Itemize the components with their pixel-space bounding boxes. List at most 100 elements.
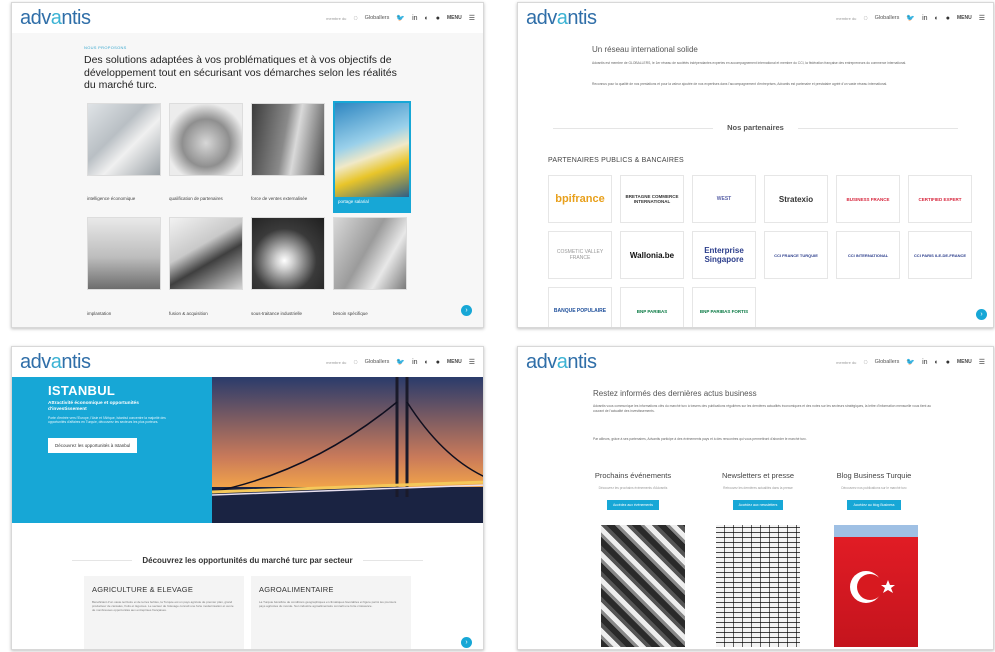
tile-sous-traitance[interactable] [251, 217, 325, 290]
flag-icon[interactable]: ● [436, 359, 440, 366]
chat-button[interactable]: › [976, 309, 987, 320]
logo[interactable]: advantis [20, 7, 91, 30]
linkedin-icon[interactable]: in [922, 15, 927, 22]
globallers-link[interactable]: Globallers [365, 359, 390, 365]
partner-name: BRETAGNE COMMERCE INTERNATIONAL [625, 194, 679, 204]
menu-button[interactable]: MENU [447, 15, 462, 21]
blog-button[interactable]: Accédez au blog Business [847, 500, 901, 510]
top-nav: membre du ◌ Globallers 🐦 in ◐ ● MENU ☰ [326, 14, 475, 23]
menu-button[interactable]: MENU [957, 15, 972, 21]
twitter-icon[interactable]: 🐦 [396, 14, 405, 22]
sector-title: AGRICULTURE & ELEVAGE [92, 585, 194, 594]
language-icon[interactable]: ◐ [425, 359, 429, 366]
chat-button[interactable]: › [461, 305, 472, 316]
header: advantis membre du ◌ Globallers 🐦 in ◐ ●… [12, 347, 483, 377]
events-column: Prochains événements Découvrez les proch… [583, 471, 683, 511]
language-icon[interactable]: ◐ [425, 15, 429, 22]
menu-button[interactable]: MENU [447, 359, 462, 365]
flag-icon[interactable]: ● [946, 359, 950, 366]
partner-name: CCI PARIS ILE-DE-FRANCE [913, 252, 967, 258]
logo-accent: a [556, 6, 568, 29]
logo[interactable]: advantis [526, 7, 597, 30]
partner-logo[interactable]: bpifrance [548, 175, 612, 223]
partner-logo[interactable]: CCI INTERNATIONAL [836, 231, 900, 279]
twitter-icon[interactable]: 🐦 [396, 358, 405, 366]
sector-card[interactable]: AGRICULTURE & ELEVAGE Bénéficiant d'un v… [84, 576, 244, 649]
newsletter-column: Newsletters et presse Retrouvez les dern… [708, 471, 808, 511]
partner-logo[interactable]: BNP PARIBAS FORTIS [692, 287, 756, 327]
partner-logo[interactable]: BRETAGNE COMMERCE INTERNATIONAL [620, 175, 684, 223]
partner-logo[interactable]: CERTIFIED EXPERT [908, 175, 972, 223]
construction-image [335, 103, 409, 197]
partner-name: CCI FRANCE TURQUIE [774, 252, 818, 258]
column-title: Newsletters et presse [721, 471, 795, 480]
tile-label: force de ventes externalisée [251, 196, 308, 201]
partner-logo[interactable]: WEST [692, 175, 756, 223]
partner-logo[interactable]: COSMETIC VALLEY FRANCE [548, 231, 612, 279]
twitter-icon[interactable]: 🐦 [906, 358, 915, 366]
hamburger-icon[interactable]: ☰ [469, 358, 475, 366]
globallers-icon[interactable]: ◌ [863, 359, 867, 366]
partner-logo[interactable]: CCI PARIS ILE-DE-FRANCE [908, 231, 972, 279]
language-icon[interactable]: ◐ [935, 15, 939, 22]
linkedin-icon[interactable]: in [412, 15, 417, 22]
newspaper-photo[interactable] [716, 525, 800, 647]
globallers-icon[interactable]: ◌ [863, 15, 867, 22]
globallers-link[interactable]: Globallers [365, 15, 390, 21]
tile-portage-active[interactable]: portage salarial [333, 101, 411, 213]
hamburger-icon[interactable]: ☰ [469, 14, 475, 22]
globallers-link[interactable]: Globallers [875, 15, 900, 21]
partner-logo[interactable]: CCI FRANCE TURQUIE [764, 231, 828, 279]
events-button[interactable]: Accédez aux événements [606, 500, 660, 510]
hero-text: Porte d'entrée vers l'Europe, l'Asie et … [48, 416, 166, 425]
logo-accent: a [50, 6, 62, 29]
twitter-icon[interactable]: 🐦 [906, 14, 915, 22]
flag-icon[interactable]: ● [946, 15, 950, 22]
hamburger-icon[interactable]: ☰ [979, 358, 985, 366]
member-label: membre du [326, 359, 347, 365]
logo-text: adv [526, 6, 557, 29]
documents-image [170, 218, 242, 289]
sector-card[interactable]: AGROALIMENTAIRE La Turquie bénéficie de … [251, 576, 411, 649]
newsletter-button[interactable]: Accédez aux newsletters [732, 500, 784, 510]
discover-istanbul-button[interactable]: Découvrez les opportunités à Istanbul [48, 437, 138, 453]
top-nav: membre du ◌ Globallers 🐦 in ◐ ● MENU ☰ [836, 14, 985, 23]
logo[interactable]: advantis [20, 351, 91, 374]
menu-button[interactable]: MENU [957, 359, 972, 365]
partner-logo[interactable]: BANQUE POPULAIRE [548, 287, 612, 327]
chat-button[interactable]: › [461, 637, 472, 648]
partner-logo[interactable]: Enterprise Singapore [692, 231, 756, 279]
column-subtitle: Retrouvez les dernières actualités dans … [723, 486, 793, 490]
event-photo[interactable] [601, 525, 685, 647]
partner-logo[interactable]: BNP PARIBAS [620, 287, 684, 327]
tile-implantation[interactable] [87, 217, 161, 290]
linkedin-icon[interactable]: in [922, 359, 927, 366]
tile-intelligence[interactable] [87, 103, 161, 176]
language-icon[interactable]: ◐ [935, 359, 939, 366]
tile-force-de-ventes[interactable] [251, 103, 325, 176]
globallers-link[interactable]: Globallers [875, 359, 900, 365]
globallers-icon[interactable]: ◌ [353, 359, 357, 366]
partner-logo[interactable]: Wallonia.be [620, 231, 684, 279]
screenshot-partners: advantis membre du ◌ Globallers 🐦 in ◐ ●… [517, 2, 994, 328]
tile-fusion[interactable] [169, 217, 243, 290]
logo-text: adv [20, 350, 51, 373]
partner-name: CCI INTERNATIONAL [847, 252, 889, 258]
partners-title: Nos partenaires [518, 123, 993, 132]
turkish-flag-photo[interactable] [834, 525, 918, 647]
partner-logo[interactable]: BUSINESS FRANCE [836, 175, 900, 223]
sector-text: Bénéficiant d'un vaste territoire et de … [92, 600, 234, 613]
charts-image [88, 104, 160, 175]
flag-icon[interactable]: ● [436, 15, 440, 22]
logo[interactable]: advantis [526, 351, 597, 374]
header: advantis membre du ◌ Globallers 🐦 in ◐ ●… [12, 3, 483, 33]
hamburger-icon[interactable]: ☰ [979, 14, 985, 22]
sectors-title: Découvrez les opportunités du marché tur… [12, 556, 483, 565]
partner-logo[interactable]: Stratexio [764, 175, 828, 223]
globallers-icon[interactable]: ◌ [353, 15, 357, 22]
linkedin-icon[interactable]: in [412, 359, 417, 366]
logo-accent: a [50, 350, 62, 373]
tile-qualification[interactable] [169, 103, 243, 176]
tile-besoin[interactable] [333, 217, 407, 290]
logo-text: adv [526, 350, 557, 373]
